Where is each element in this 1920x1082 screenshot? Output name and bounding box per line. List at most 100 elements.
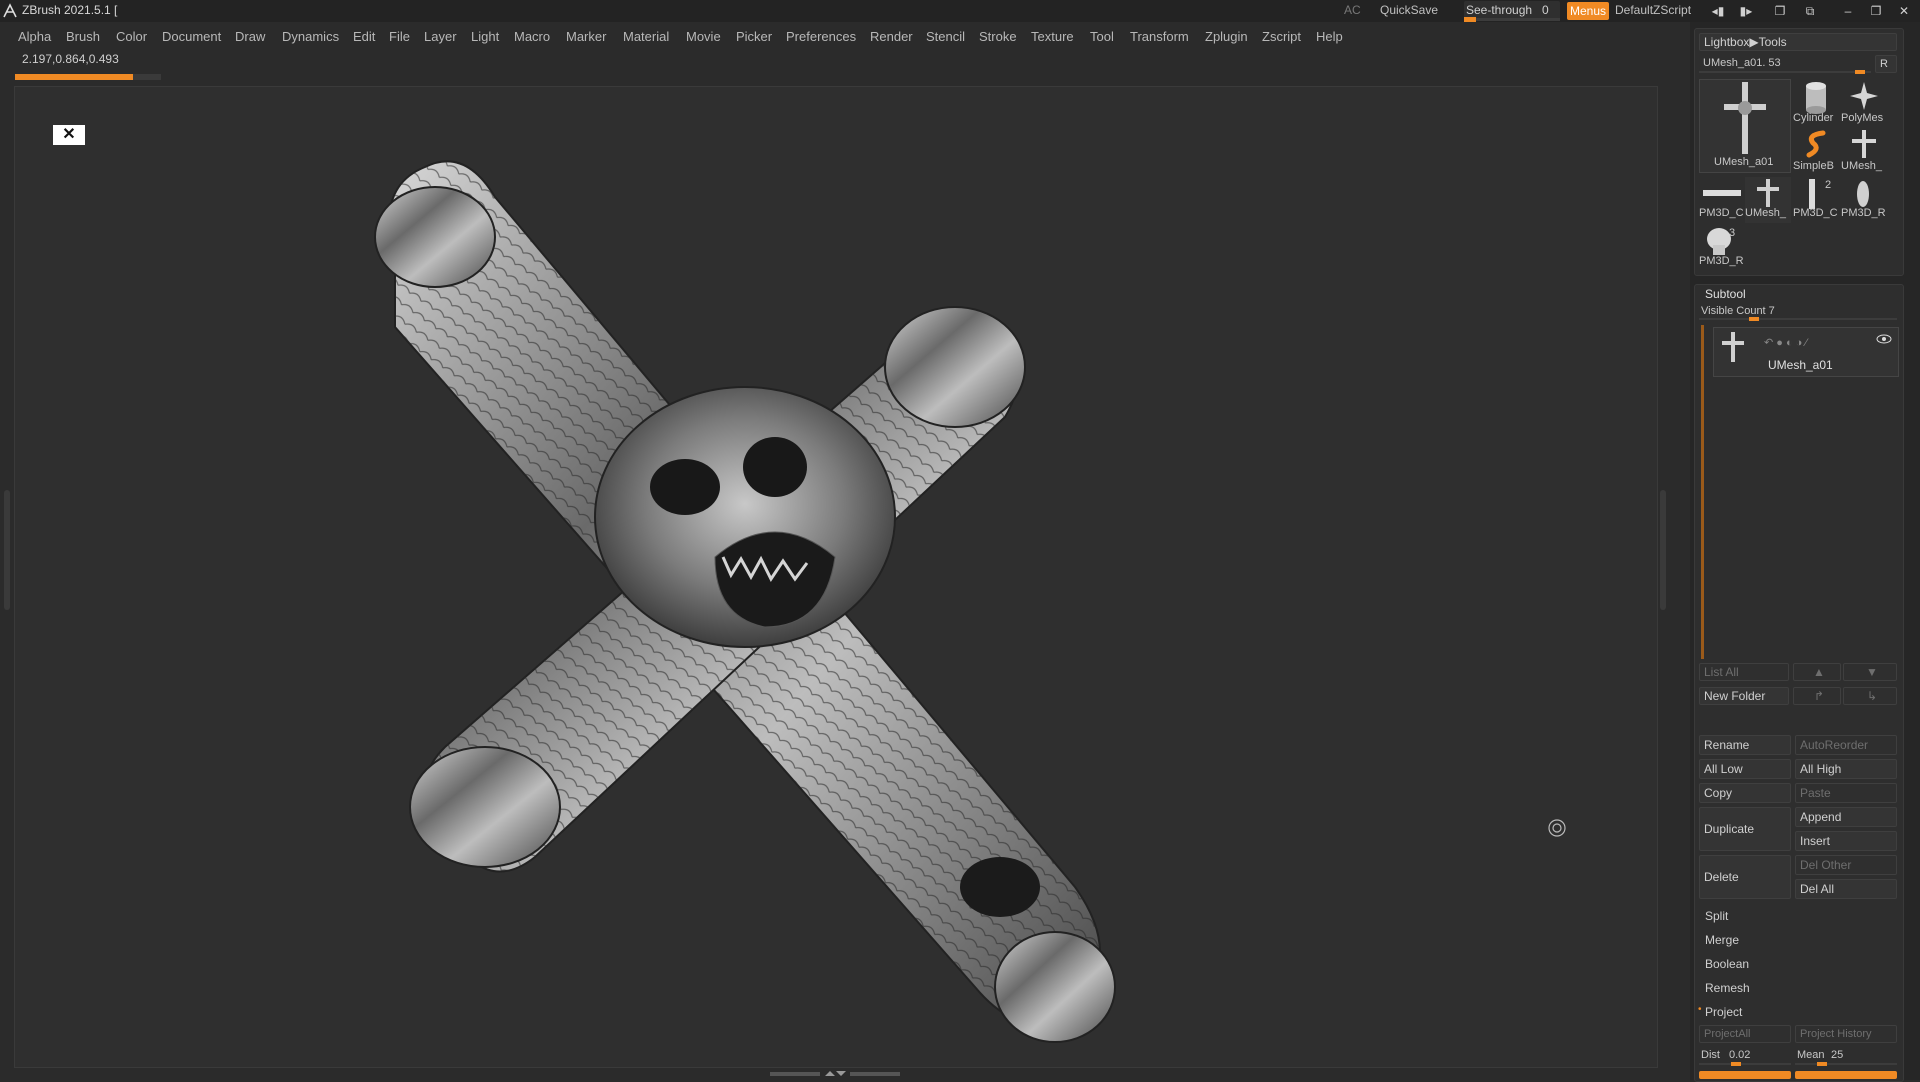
menu-alpha[interactable]: Alpha bbox=[18, 29, 51, 44]
tool-thumb-umesh[interactable]: UMesh_ bbox=[1841, 127, 1887, 173]
menu-edit[interactable]: Edit bbox=[353, 29, 375, 44]
cylinder-icon bbox=[1806, 82, 1826, 114]
boolean-section[interactable]: Boolean bbox=[1705, 957, 1749, 971]
dist-slider[interactable]: Dist 0.02 bbox=[1699, 1047, 1791, 1066]
menu-preferences[interactable]: Preferences bbox=[786, 29, 856, 44]
bottom-shelf-toggle[interactable] bbox=[770, 1070, 900, 1078]
menu-color[interactable]: Color bbox=[116, 29, 147, 44]
close-badge-icon[interactable]: ✕ bbox=[53, 125, 85, 145]
tool-thumb-label: PM3D_C bbox=[1699, 207, 1744, 219]
del-all-button[interactable]: Del All bbox=[1795, 879, 1897, 899]
tool-thumb-main[interactable]: UMesh_a01 bbox=[1699, 79, 1791, 173]
menu-draw[interactable]: Draw bbox=[235, 29, 265, 44]
folder-out-icon[interactable]: ↳ bbox=[1843, 687, 1897, 705]
menu-texture[interactable]: Texture bbox=[1031, 29, 1074, 44]
dist-track bbox=[1699, 1063, 1791, 1065]
menu-document[interactable]: Document bbox=[162, 29, 221, 44]
menu-picker[interactable]: Picker bbox=[736, 29, 772, 44]
copy-button[interactable]: Copy bbox=[1699, 783, 1791, 803]
subtool-item[interactable]: ↶ ● ◐ ◑ ⁄ UMesh_a01 bbox=[1713, 327, 1899, 377]
menu-light[interactable]: Light bbox=[471, 29, 499, 44]
rename-button[interactable]: Rename bbox=[1699, 735, 1791, 755]
menu-tool[interactable]: Tool bbox=[1090, 29, 1114, 44]
menu-marker[interactable]: Marker bbox=[566, 29, 606, 44]
eye-icon[interactable] bbox=[1876, 334, 1892, 344]
subtool-scrollbar[interactable] bbox=[1701, 325, 1704, 659]
tool-thumb-pm3d-r[interactable]: PM3D_R bbox=[1841, 177, 1887, 223]
menu-zscript[interactable]: Zscript bbox=[1262, 29, 1301, 44]
default-zscript-button[interactable]: DefaultZScript bbox=[1615, 3, 1691, 17]
insert-button[interactable]: Insert bbox=[1795, 831, 1897, 851]
all-low-button[interactable]: All Low bbox=[1699, 759, 1791, 779]
project-history-button[interactable]: Project History bbox=[1795, 1025, 1897, 1043]
project-section[interactable]: Project bbox=[1705, 1005, 1742, 1019]
see-through-slider[interactable]: See-through 0 bbox=[1464, 1, 1560, 22]
menu-help[interactable]: Help bbox=[1316, 29, 1343, 44]
window-copy-icon[interactable]: ❐ bbox=[1768, 2, 1792, 20]
quicksave-button[interactable]: QuickSave bbox=[1380, 3, 1438, 17]
menu-stroke[interactable]: Stroke bbox=[979, 29, 1017, 44]
left-shelf-toggle[interactable] bbox=[4, 490, 10, 610]
duplicate-button[interactable]: Duplicate bbox=[1699, 807, 1791, 851]
lightbox-tools-button[interactable]: Lightbox▶Tools bbox=[1699, 33, 1897, 51]
tool-thumb-simplebrush[interactable]: SimpleB bbox=[1793, 127, 1839, 173]
merge-section[interactable]: Merge bbox=[1705, 933, 1739, 947]
tool-thumb-pm3d-r-2[interactable]: 3 PM3D_R bbox=[1699, 225, 1745, 271]
subtool-icons-icon[interactable]: ↶ ● ◐ ◑ ⁄ bbox=[1764, 336, 1807, 349]
model-3d-view[interactable] bbox=[355, 127, 1375, 1067]
auto-reorder-button[interactable]: AutoReorder bbox=[1795, 735, 1897, 755]
menu-render[interactable]: Render bbox=[870, 29, 913, 44]
window-tile-icon[interactable]: ⧉ bbox=[1798, 2, 1822, 20]
current-tool-knob[interactable] bbox=[1855, 70, 1865, 74]
dist-knob[interactable] bbox=[1731, 1062, 1741, 1066]
minimize-icon[interactable]: – bbox=[1836, 2, 1860, 20]
menu-layer[interactable]: Layer bbox=[424, 29, 457, 44]
close-icon[interactable]: ✕ bbox=[1892, 2, 1916, 20]
visible-count-knob[interactable] bbox=[1749, 317, 1759, 321]
split-section[interactable]: Split bbox=[1705, 909, 1728, 923]
append-button[interactable]: Append bbox=[1795, 807, 1897, 827]
tool-thumb-polymesh[interactable]: PolyMes bbox=[1841, 79, 1887, 125]
tool-thumb-umesh-2[interactable]: UMesh_ bbox=[1745, 177, 1791, 223]
layout-left-icon[interactable]: ◂▮ bbox=[1706, 2, 1730, 20]
current-tool-slider[interactable]: UMesh_a01. 53 bbox=[1699, 55, 1871, 74]
new-folder-button[interactable]: New Folder bbox=[1699, 687, 1789, 705]
menu-macro[interactable]: Macro bbox=[514, 29, 550, 44]
move-down-icon[interactable]: ▼ bbox=[1843, 663, 1897, 681]
menu-material[interactable]: Material bbox=[623, 29, 669, 44]
tool-thumb-pm3d-c[interactable]: PM3D_C bbox=[1699, 177, 1745, 223]
remesh-section[interactable]: Remesh bbox=[1705, 981, 1750, 995]
project-all-button[interactable]: ProjectAll bbox=[1699, 1025, 1791, 1043]
paste-button[interactable]: Paste bbox=[1795, 783, 1897, 803]
list-all-button[interactable]: List All bbox=[1699, 663, 1789, 681]
mean-knob[interactable] bbox=[1817, 1062, 1827, 1066]
menu-file[interactable]: File bbox=[389, 29, 410, 44]
project-button-partial[interactable] bbox=[1699, 1071, 1791, 1079]
viewport-canvas[interactable]: ✕ bbox=[14, 86, 1658, 1068]
menu-zplugin[interactable]: Zplugin bbox=[1205, 29, 1248, 44]
all-high-button[interactable]: All High bbox=[1795, 759, 1897, 779]
menu-movie[interactable]: Movie bbox=[686, 29, 721, 44]
menu-stencil[interactable]: Stencil bbox=[926, 29, 965, 44]
menu-brush[interactable]: Brush bbox=[66, 29, 100, 44]
menu-dynamics[interactable]: Dynamics bbox=[282, 29, 339, 44]
subtool-header[interactable]: Subtool bbox=[1705, 287, 1746, 301]
tool-thumb-cylinder[interactable]: Cylinder bbox=[1793, 79, 1839, 125]
mean-slider[interactable]: Mean 25 bbox=[1795, 1047, 1897, 1066]
r-button[interactable]: R bbox=[1875, 55, 1897, 73]
menu-transform[interactable]: Transform bbox=[1130, 29, 1189, 44]
move-up-icon[interactable]: ▲ bbox=[1793, 663, 1841, 681]
ac-toggle[interactable]: AC bbox=[1344, 3, 1361, 17]
tool-thumb-pm3d-c-2[interactable]: 2 PM3D_C bbox=[1793, 177, 1839, 223]
layout-right-icon[interactable]: ▮▸ bbox=[1734, 2, 1758, 20]
del-other-button[interactable]: Del Other bbox=[1795, 855, 1897, 875]
project-button-partial-2[interactable] bbox=[1795, 1071, 1897, 1079]
menus-toggle-button[interactable]: Menus bbox=[1567, 2, 1609, 20]
restore-icon[interactable]: ❐ bbox=[1864, 2, 1888, 20]
folder-in-icon[interactable]: ↱ bbox=[1793, 687, 1841, 705]
delete-button[interactable]: Delete bbox=[1699, 855, 1791, 899]
visible-count-slider[interactable]: Visible Count 7 bbox=[1699, 305, 1897, 321]
zbrush-logo-icon bbox=[3, 3, 17, 18]
right-shelf-toggle[interactable] bbox=[1660, 490, 1666, 610]
navigation-ring-icon[interactable] bbox=[1548, 819, 1566, 837]
